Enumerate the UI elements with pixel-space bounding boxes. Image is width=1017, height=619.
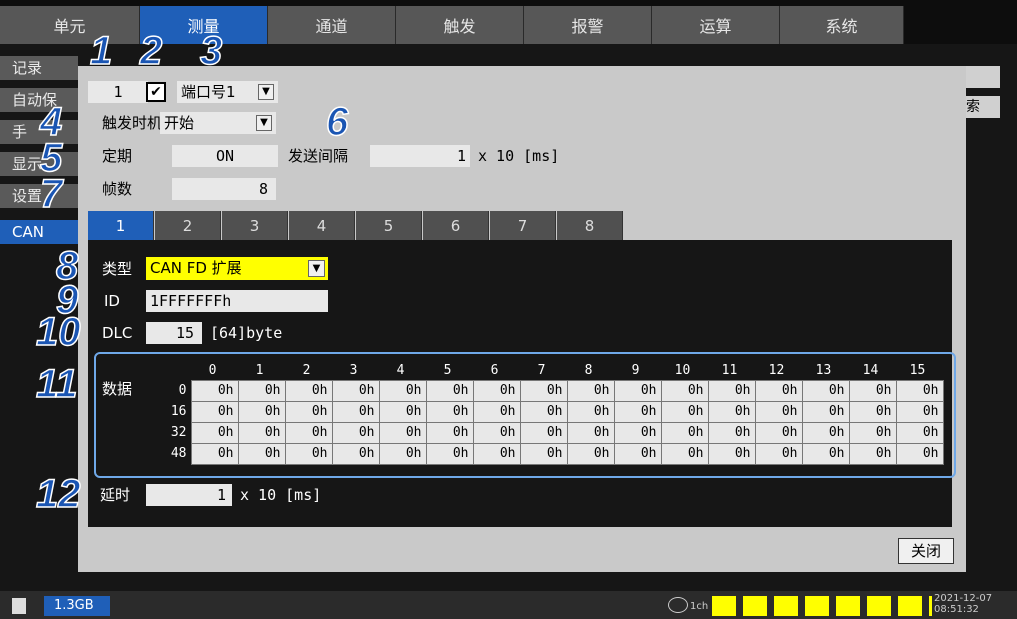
tab-calc[interactable]: 运算 (652, 6, 780, 44)
tab-unit[interactable]: 单元 (0, 6, 140, 44)
callout-11: 11 (35, 362, 78, 406)
tab-frame-2[interactable]: 2 (155, 211, 221, 241)
send-interval-label: 发送间隔 (288, 147, 349, 165)
tab-frame-1[interactable]: 1 (88, 211, 154, 241)
screen: 单元 测量 通道 触发 报警 运算 系统 记录 自动保 手 显示 设置 CAN … (0, 0, 1017, 619)
status-datetime: 2021-12-07 08:51:32 (934, 593, 993, 615)
frame-count-label: 帧数 (102, 180, 133, 198)
callout-10: 10 (35, 310, 81, 354)
data-highlight-frame (94, 352, 956, 478)
periodic-toggle[interactable]: ON (172, 145, 278, 167)
tab-frame-7[interactable]: 7 (490, 211, 556, 241)
dlc-input[interactable]: 15 (146, 322, 202, 344)
bg-field (966, 66, 1000, 88)
id-input[interactable]: 1FFFFFFFh (146, 290, 328, 312)
sidebar-item-manual[interactable]: 手 (0, 120, 78, 144)
sidebar-item-display[interactable]: 显示 (0, 152, 78, 176)
storage-remaining: 1.3GB (44, 596, 110, 616)
tab-channel[interactable]: 通道 (268, 6, 396, 44)
sd-card-icon (12, 598, 26, 614)
tab-trigger[interactable]: 触发 (396, 6, 524, 44)
wireless-signal-icons (712, 596, 932, 616)
dlc-byte-count: [64]byte (210, 324, 283, 342)
callout-12: 12 (35, 472, 81, 516)
tab-frame-8[interactable]: 8 (557, 211, 623, 241)
dlc-label: DLC (102, 324, 133, 342)
sidebar-item-settings[interactable]: 设置 (0, 184, 78, 208)
frame-count-input[interactable]: 8 (172, 178, 276, 200)
sidebar-item-can[interactable]: CAN (0, 220, 78, 244)
channel-count: 1ch (690, 601, 709, 612)
tab-frame-5[interactable]: 5 (356, 211, 422, 241)
id-label: ID (104, 292, 120, 310)
sidebar-item-record[interactable]: 记录 (0, 56, 78, 80)
delay-unit: x 10 [ms] (240, 486, 322, 504)
frame-number: 1 (88, 81, 148, 103)
chevron-down-icon: ▼ (258, 84, 274, 100)
delay-input[interactable]: 1 (146, 484, 232, 506)
eu-icon (668, 597, 688, 613)
tab-frame-4[interactable]: 4 (289, 211, 355, 241)
callout-7: 7 (39, 172, 63, 216)
tab-alarm[interactable]: 报警 (524, 6, 652, 44)
type-label: 类型 (102, 260, 133, 278)
trigger-timing-label: 触发时机 (102, 114, 163, 132)
tab-frame-6[interactable]: 6 (423, 211, 489, 241)
chevron-down-icon: ▼ (308, 260, 325, 277)
send-interval-unit: x 10 [ms] (478, 147, 560, 165)
callout-3: 3 (199, 29, 223, 73)
close-button[interactable]: 关闭 (898, 538, 954, 564)
chevron-down-icon: ▼ (256, 115, 272, 131)
callout-1: 1 (89, 29, 113, 73)
periodic-label: 定期 (102, 147, 133, 165)
frame-type-select[interactable]: CAN FD 扩展 (146, 257, 328, 280)
enable-checkbox[interactable]: ✔ (146, 82, 166, 102)
sidebar-item-autosave[interactable]: 自动保 (0, 88, 78, 112)
bg-search-label: 索 (966, 96, 1000, 118)
tab-system[interactable]: 系统 (780, 6, 904, 44)
callout-2: 2 (139, 29, 163, 73)
delay-label: 延时 (100, 486, 131, 504)
tab-frame-3[interactable]: 3 (222, 211, 288, 241)
send-interval-input[interactable]: 1 (370, 145, 470, 167)
callout-6: 6 (325, 100, 349, 144)
